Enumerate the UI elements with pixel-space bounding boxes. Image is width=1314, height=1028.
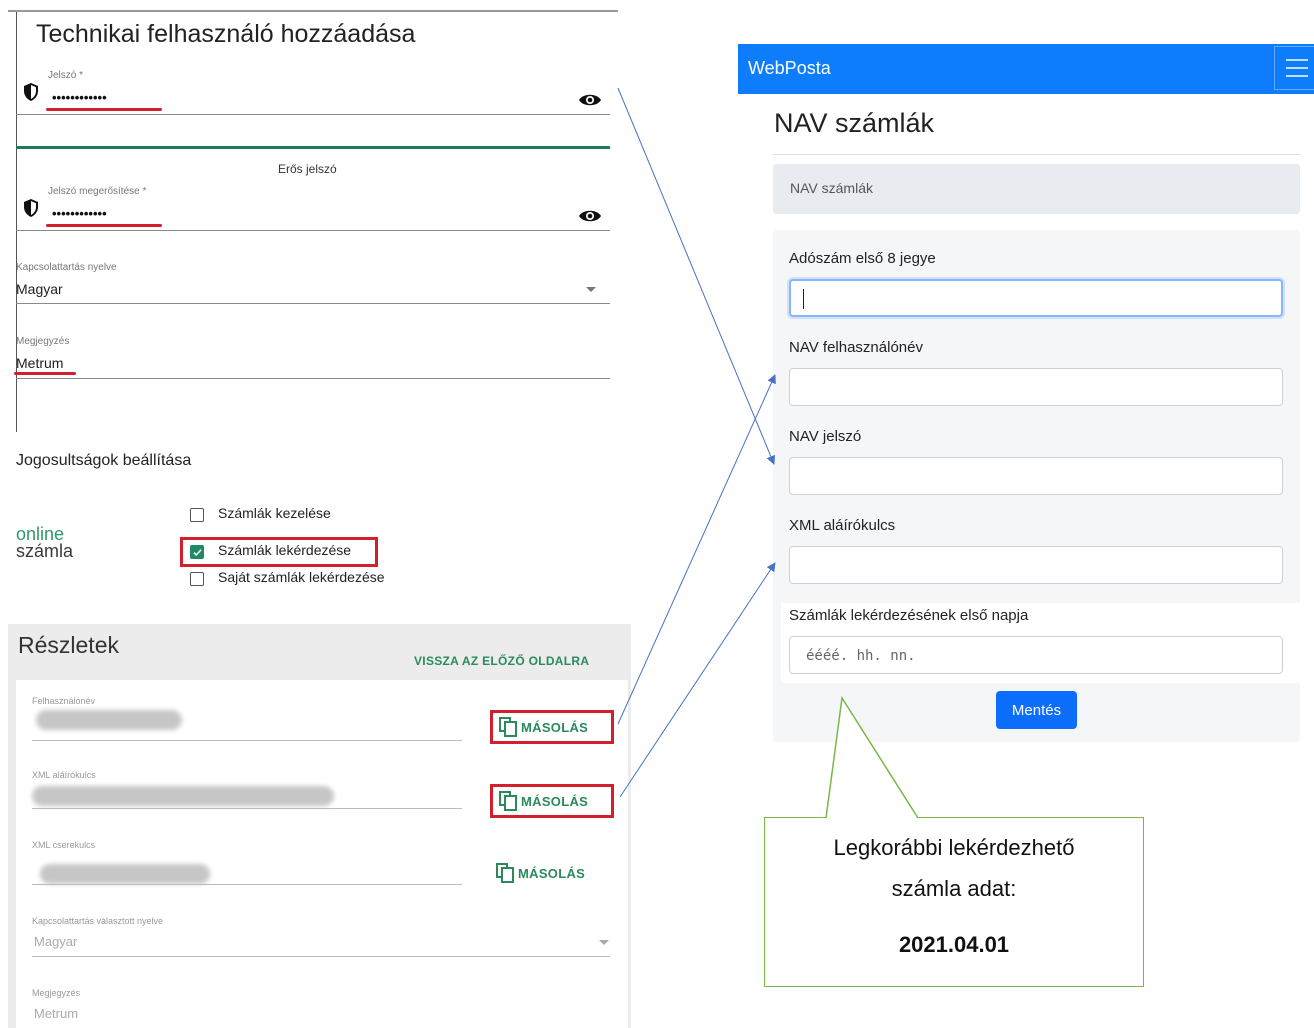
password-label: Jelszó * xyxy=(48,70,84,81)
start-date-placeholder: éééé. hh. nn. xyxy=(806,648,916,664)
details-title: Részletek xyxy=(18,632,119,658)
xml-key-label: XML aláírókulcs xyxy=(789,517,896,534)
tax-number-input[interactable] xyxy=(789,279,1283,317)
password-highlight xyxy=(46,108,162,111)
callout-text-line2: számla adat: xyxy=(891,876,1017,901)
confirm-password-label: Jelszó megerősítése * xyxy=(48,186,147,197)
copy-icon xyxy=(499,717,517,737)
arrow-username-to-nav-username xyxy=(617,374,776,725)
language-select[interactable]: Magyar xyxy=(16,281,63,297)
xml-signing-key-underline xyxy=(32,808,462,809)
details-panel: Részletek VISSZA AZ ELŐZŐ OLDALRA Felhas… xyxy=(8,624,631,1028)
nav-password-input[interactable] xyxy=(789,457,1283,495)
copy-xml-signing-key-button[interactable]: MÁSOLÁS xyxy=(490,784,614,818)
chevron-down-icon xyxy=(599,940,609,945)
checkbox-label-szamlak-kezelese: Számlák kezelése xyxy=(218,505,331,521)
details-note-label: Megjegyzés xyxy=(32,988,81,998)
nav-username-label: NAV felhasználónév xyxy=(789,339,923,356)
nav-username-input[interactable] xyxy=(789,368,1283,406)
copy-label: MÁSOLÁS xyxy=(521,719,589,735)
callout-text-line1: Legkorábbi lekérdezhető xyxy=(833,835,1075,860)
shield-icon xyxy=(24,83,38,101)
page-title: NAV számlák xyxy=(774,108,935,138)
note-underline xyxy=(16,378,610,379)
password-strength-bar xyxy=(16,146,610,149)
webposta-brand[interactable]: WebPosta xyxy=(748,58,831,79)
hamburger-menu-icon[interactable] xyxy=(1274,46,1314,90)
check-icon xyxy=(192,548,202,556)
xml-exchange-key-label: XML cserekulcs xyxy=(32,840,96,850)
confirm-password-input[interactable]: •••••••••••• xyxy=(52,206,107,221)
xml-signing-key-blurred-value xyxy=(32,786,334,806)
username-label: Felhasználónév xyxy=(32,696,96,706)
details-language-label: Kapcsolattartás választott nyelve xyxy=(32,916,164,926)
xml-exchange-key-blurred-value xyxy=(40,864,210,884)
copy-label: MÁSOLÁS xyxy=(518,865,586,881)
nav-password-label: NAV jelszó xyxy=(789,428,862,445)
webposta-navbar: WebPosta xyxy=(738,44,1314,94)
shield-icon xyxy=(24,199,38,217)
save-button[interactable]: Mentés xyxy=(996,691,1077,729)
start-date-input[interactable]: éééé. hh. nn. xyxy=(789,636,1283,674)
password-strength-text: Erős jelszó xyxy=(278,162,337,176)
username-underline xyxy=(32,740,462,741)
arrow-xml-key-to-xml-key-input xyxy=(619,562,776,798)
tax-number-label: Adószám első 8 jegye xyxy=(789,250,936,267)
panel-top-border xyxy=(8,10,618,12)
copy-icon xyxy=(499,791,517,811)
logo-line2: számla xyxy=(16,541,74,561)
confirm-password-highlight xyxy=(46,224,162,227)
breadcrumb-item: NAV számlák xyxy=(790,180,873,196)
online-szamla-logo: online számla xyxy=(16,525,74,561)
xml-key-input[interactable] xyxy=(789,546,1283,584)
language-underline xyxy=(16,303,610,304)
tech-user-title: Technikai felhasználó hozzáadása xyxy=(36,20,416,48)
details-card: Felhasználónév MÁSOLÁS XML aláírókulcs M… xyxy=(16,680,628,1028)
title-divider xyxy=(773,154,1300,155)
details-language-value: Magyar xyxy=(34,934,78,949)
xml-signing-key-label: XML aláírókulcs xyxy=(32,770,96,780)
eye-icon[interactable] xyxy=(578,208,602,224)
confirm-password-underline xyxy=(16,230,610,231)
copy-username-button[interactable]: MÁSOLÁS xyxy=(490,710,614,744)
start-date-label: Számlák lekérdezésének első napja xyxy=(789,607,1029,624)
copy-icon xyxy=(496,863,514,883)
checkbox-label-sajat-szamlak: Saját számlák lekérdezése xyxy=(218,569,385,585)
password-underline xyxy=(16,114,610,115)
note-input[interactable]: Metrum xyxy=(16,355,63,371)
details-language-underline xyxy=(32,956,610,957)
username-blurred-value xyxy=(36,710,182,730)
tech-user-panel: Technikai felhasználó hozzáadása Jelszó … xyxy=(8,0,618,600)
arrow-password-to-nav-password xyxy=(617,87,776,465)
permissions-title: Jogosultságok beállítása xyxy=(16,452,192,469)
password-input[interactable]: •••••••••••• xyxy=(52,90,107,105)
note-label: Megjegyzés xyxy=(16,336,70,347)
note-highlight xyxy=(14,372,76,375)
xml-exchange-key-underline xyxy=(32,884,462,885)
language-label: Kapcsolattartás nyelve xyxy=(16,262,117,273)
checkbox-szamlak-kezelese[interactable] xyxy=(190,508,204,522)
checkbox-label-szamlak-lekerdezese: Számlák lekérdezése xyxy=(218,542,352,558)
breadcrumb: NAV számlák xyxy=(773,164,1300,214)
chevron-down-icon[interactable] xyxy=(586,287,596,292)
copy-label: MÁSOLÁS xyxy=(521,793,589,809)
checkbox-szamlak-lekerdezese[interactable] xyxy=(190,545,204,559)
details-note-value: Metrum xyxy=(34,1006,79,1021)
eye-icon[interactable] xyxy=(578,92,602,108)
text-cursor xyxy=(803,289,804,309)
back-link[interactable]: VISSZA AZ ELŐZŐ OLDALRA xyxy=(414,654,589,668)
checkbox-sajat-szamlak[interactable] xyxy=(190,572,204,586)
copy-xml-exchange-key-button[interactable]: MÁSOLÁS xyxy=(490,856,614,890)
callout-date: 2021.04.01 xyxy=(898,932,1010,957)
